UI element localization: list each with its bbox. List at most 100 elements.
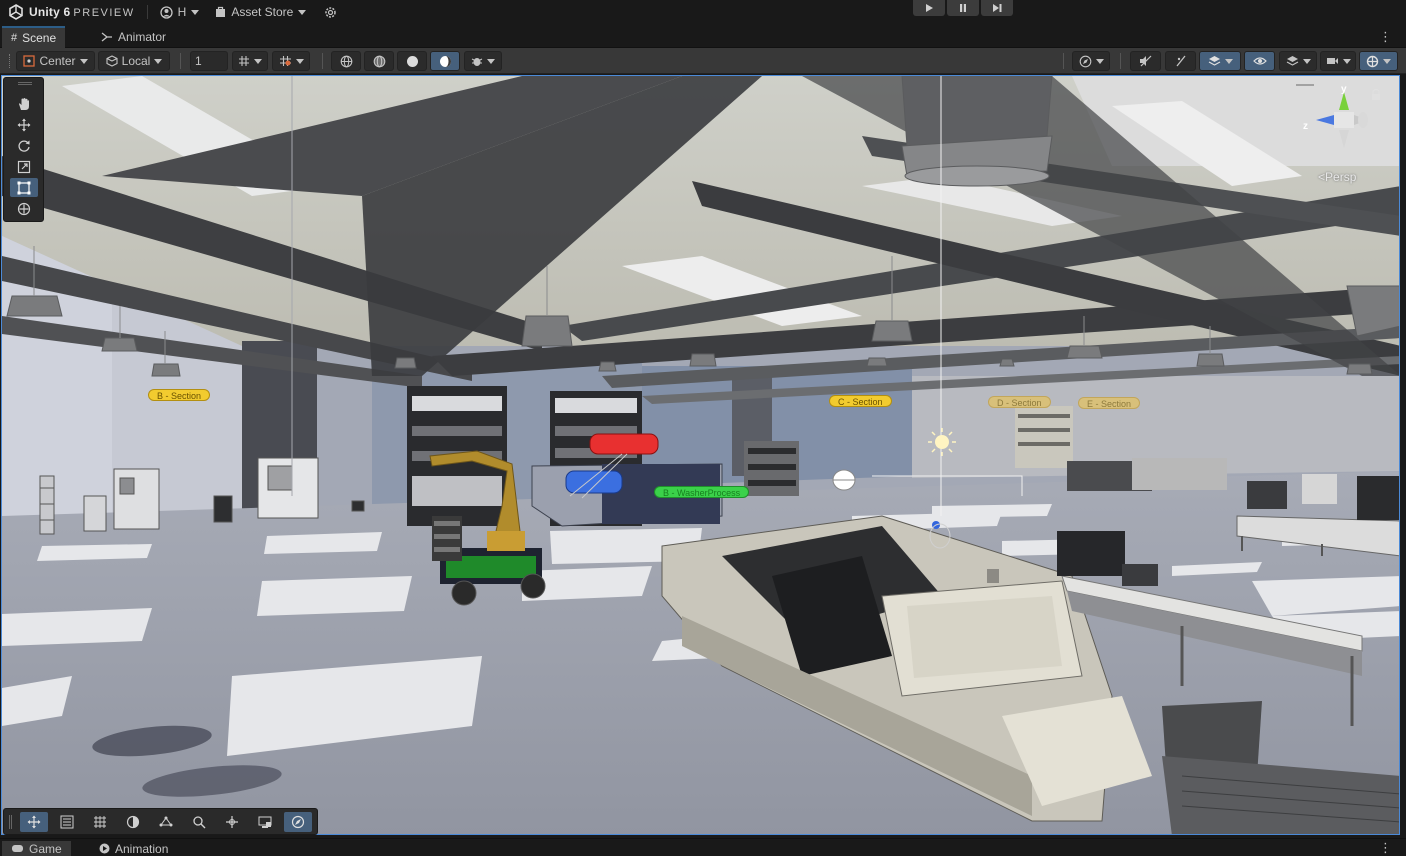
- orientation-tool-dropdown[interactable]: [1072, 51, 1110, 71]
- gizmos-dropdown[interactable]: [1359, 51, 1398, 71]
- step-forward-icon: [992, 4, 1001, 12]
- process-label-washer[interactable]: B - WasherProcess: [654, 486, 750, 498]
- chevron-down-icon: [1342, 58, 1351, 64]
- top-app-bar: Unity 6 PREVIEW H Asset Store: [0, 0, 1406, 24]
- app-title: Unity 6 PREVIEW: [29, 5, 135, 19]
- pivot-gizmo-button[interactable]: [218, 812, 246, 832]
- gizmo-icon: [1366, 55, 1379, 67]
- scene-viewport[interactable]: B - Section C - Section D - Section E - …: [1, 75, 1400, 835]
- divider: [322, 53, 323, 69]
- tab-animator[interactable]: Animator: [92, 26, 175, 48]
- section-label-b[interactable]: B - Section: [148, 389, 211, 401]
- divider: [1120, 53, 1121, 69]
- account-label: H: [177, 5, 187, 19]
- pivot-center-icon: [23, 55, 36, 67]
- terrain-tool-button[interactable]: [86, 812, 114, 832]
- camera-overlay-button[interactable]: [251, 812, 279, 832]
- section-label-e[interactable]: E - Section: [1078, 397, 1141, 409]
- divider: [146, 5, 148, 19]
- divider: [1063, 53, 1064, 69]
- orientation-overlay-button[interactable]: [284, 812, 312, 832]
- shaded-sphere-icon: [406, 55, 418, 67]
- step-button[interactable]: [981, 0, 1013, 16]
- bug-icon: [471, 58, 483, 66]
- pause-icon: [960, 4, 966, 12]
- gizmo-z-axis-label: z: [1303, 121, 1308, 132]
- overlay-grip[interactable]: [18, 82, 32, 85]
- section-label-d[interactable]: D - Section: [988, 396, 1051, 408]
- search-icon: [193, 816, 206, 829]
- pause-button[interactable]: [947, 0, 979, 16]
- shading-overlay-button[interactable]: [119, 812, 147, 832]
- snap-increment-value: 1: [195, 54, 202, 68]
- asset-store-dropdown[interactable]: Asset Store: [209, 0, 312, 24]
- view-tool-button[interactable]: [20, 812, 48, 832]
- tab-game[interactable]: Game: [2, 841, 71, 856]
- rotate-icon: [18, 140, 30, 152]
- half-sphere-icon: [126, 815, 140, 829]
- more-options-icon[interactable]: ⋮: [1379, 841, 1392, 854]
- transform-tool-button[interactable]: [10, 199, 38, 218]
- gear-icon: [325, 6, 337, 18]
- hand-tool-button[interactable]: [10, 94, 38, 113]
- grid-visibility-dropdown[interactable]: [272, 51, 310, 71]
- pivot-mode-dropdown[interactable]: Center: [16, 51, 95, 71]
- tile-palette-button[interactable]: [53, 812, 81, 832]
- lighting-sphere-icon: [439, 55, 451, 67]
- rotate-tool-button[interactable]: [10, 136, 38, 155]
- audio-muted-icon: [1140, 55, 1152, 67]
- wireframe-mode-button[interactable]: [331, 51, 361, 71]
- shaded-mode-button[interactable]: [397, 51, 427, 71]
- chevron-down-icon: [298, 9, 307, 15]
- account-dropdown[interactable]: H: [154, 0, 206, 24]
- rect-tool-button[interactable]: [10, 178, 38, 197]
- hatch-grid-icon: [94, 816, 106, 828]
- effects-toggle-button[interactable]: [1165, 51, 1196, 71]
- tab-scene[interactable]: # Scene: [2, 26, 66, 48]
- chevron-down-icon: [1224, 58, 1233, 64]
- unity-menu[interactable]: Unity 6 PREVIEW: [0, 0, 141, 24]
- overlay-grip[interactable]: [9, 815, 12, 829]
- more-options-icon[interactable]: ⋮: [1379, 30, 1392, 43]
- hand-icon: [19, 97, 29, 110]
- camera-icon: [1326, 58, 1338, 64]
- tab-animation[interactable]: Animation: [90, 841, 177, 856]
- animation-icon: [99, 843, 110, 854]
- scale-icon: [17, 160, 31, 173]
- settings-button[interactable]: [318, 0, 343, 24]
- scene-toolbar: Center Local 1: [0, 48, 1406, 74]
- chevron-down-icon: [254, 58, 262, 64]
- search-tool-button[interactable]: [185, 812, 213, 832]
- tab-animator-label: Animator: [118, 30, 167, 44]
- projection-toggle[interactable]: <Persp: [1318, 170, 1356, 184]
- scale-tool-button[interactable]: [10, 157, 38, 176]
- unity-logo-icon: [9, 4, 23, 20]
- pivot-space-dropdown[interactable]: Local: [98, 51, 170, 71]
- shaded-wireframe-button[interactable]: [364, 51, 394, 71]
- layers-dropdown[interactable]: [1279, 51, 1317, 71]
- section-label-c[interactable]: C - Section: [829, 395, 892, 407]
- audio-toggle-button[interactable]: [1130, 51, 1161, 71]
- chevron-down-icon: [191, 9, 200, 15]
- unlit-mode-button[interactable]: [430, 51, 460, 71]
- play-button[interactable]: [913, 0, 945, 16]
- camera-settings-dropdown[interactable]: [1320, 51, 1356, 71]
- navmesh-button[interactable]: [152, 812, 180, 832]
- grid-icon: #: [11, 32, 18, 44]
- chevron-down-icon: [79, 58, 88, 64]
- chevron-down-icon: [487, 58, 495, 64]
- transform-icon: [17, 202, 31, 215]
- hidden-objects-toggle[interactable]: [1244, 51, 1275, 71]
- debug-draw-dropdown[interactable]: [464, 51, 502, 71]
- rect-transform-icon: [17, 181, 31, 194]
- chevron-down-icon: [1383, 58, 1391, 64]
- app-title-text: Unity 6: [29, 5, 71, 19]
- sliders-icon: [60, 815, 74, 829]
- scene-visibility-dropdown[interactable]: [1199, 51, 1241, 71]
- grid-snap-dropdown[interactable]: [232, 51, 268, 71]
- move-tool-button[interactable]: [10, 115, 38, 134]
- toolbar-grip: [8, 51, 12, 71]
- chevron-down-icon: [1302, 58, 1311, 64]
- snap-increment-input[interactable]: 1: [190, 51, 228, 71]
- game-controller-icon: [12, 845, 23, 852]
